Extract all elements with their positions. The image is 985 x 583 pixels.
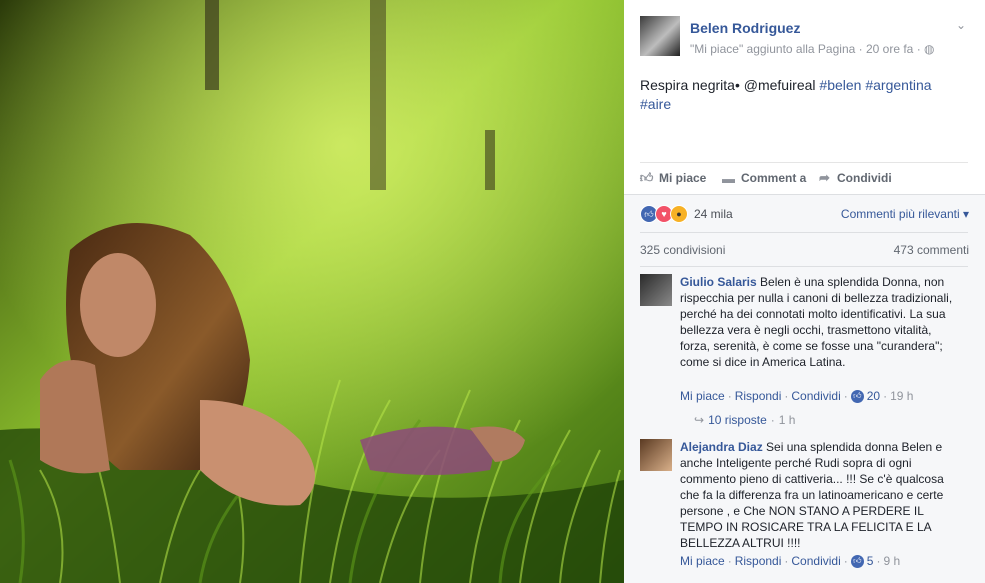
comment-author-link[interactable]: Alejandra Diaz [680,440,763,454]
like-reaction-icon: 👍︎ [850,389,864,403]
separator: · [727,389,732,403]
comment-actions: Mi piace · Rispondi · Condividi · 👍︎ 5 ·… [680,554,900,568]
meta-separator: · [916,42,925,56]
divider [640,232,968,233]
post-time[interactable]: 20 ore fa [866,42,913,56]
view-replies-link[interactable]: ↪ 10 risposte · 1 h [694,413,795,427]
comment-share-link[interactable]: Condividi [791,554,840,568]
grass-field-image [0,0,624,583]
comment-like-link[interactable]: Mi piace [680,554,725,568]
post-caption: Respira negrita• @mefuireal #belen #arge… [640,76,960,114]
comment-button[interactable]: ▬ Comment a [722,170,807,186]
comment-button-label: Comment a [741,171,807,185]
comment-icon: ▬ [722,170,735,186]
share-button-label: Condividi [837,171,892,185]
replies-time: 1 h [778,413,796,427]
commenter-avatar[interactable] [640,274,672,306]
shares-count-link[interactable]: 325 condivisioni [640,243,725,257]
post-header: Belen Rodriguez "Mi piace" aggiunto alla… [640,16,970,60]
post-meta: "Mi piace" aggiunto alla Pagina · 20 ore… [690,42,935,56]
separator: · [843,389,848,403]
post-meta-text: "Mi piace" aggiunto alla Pagina [690,42,856,56]
comment-text: Belen è una splendida Donna, non rispecc… [680,275,953,369]
like-button[interactable]: 👍︎ Mi piace [639,170,707,185]
wow-reaction-icon: ● [670,205,688,223]
comments-count-link[interactable]: 473 commenti [894,243,969,257]
reactions-summary[interactable]: 👍︎ ♥ ● 24 mila [640,205,733,223]
comment-like-count[interactable]: 5 [867,554,874,568]
hashtag-argentina[interactable]: #argentina [865,77,931,93]
comment-actions: Mi piace · Rispondi · Condividi · 👍︎ 20 … [680,389,913,403]
separator: · [843,554,848,568]
post-actions-bar: 👍︎ Mi piace ▬ Comment a ➦ Condividi [640,162,968,195]
comment-share-link[interactable]: Condividi [791,389,840,403]
share-icon: ➦ [819,170,830,185]
post-photo[interactable] [0,0,624,583]
comment-author-link[interactable]: Giulio Salaris [680,275,757,289]
comment-body: Giulio Salaris Belen è una splendida Don… [680,274,964,370]
share-button[interactable]: ➦ Condividi [818,170,892,185]
thumbs-up-icon: 👍︎ [639,170,654,185]
separator: · [876,554,881,568]
page-name-link[interactable]: Belen Rodriguez [690,20,800,36]
globe-icon: ◍ [924,42,935,56]
comment-reply-link[interactable]: Rispondi [735,554,782,568]
caret-down-icon: ▾ [962,207,969,221]
chevron-down-icon[interactable]: ⌄ [956,18,966,32]
page-avatar[interactable] [640,16,680,56]
reply-arrow-icon: ↪ [694,413,705,427]
comment-like-count[interactable]: 20 [867,389,880,403]
comment-time[interactable]: 19 h [890,389,913,403]
comment-time[interactable]: 9 h [883,554,900,568]
separator: · [883,389,888,403]
meta-separator: · [858,42,866,56]
commenter-avatar[interactable] [640,439,672,471]
comment-sort-dropdown[interactable]: Commenti più rilevanti ▾ [841,207,969,221]
separator: · [770,413,775,427]
hashtag-belen[interactable]: #belen [819,77,861,93]
comment-text: Sei una splendida donna Belen e anche In… [680,440,944,550]
separator: · [727,554,732,568]
sort-label: Commenti più rilevanti [840,207,960,221]
like-button-label: Mi piace [659,171,707,185]
reaction-count: 24 mila [694,207,733,221]
divider [640,266,968,267]
post-panel: Belen Rodriguez "Mi piace" aggiunto alla… [624,0,985,583]
separator: · [784,554,789,568]
replies-count[interactable]: 10 risposte [708,413,767,427]
separator: · [784,389,789,403]
feedback-section: 👍︎ ♥ ● 24 mila Commenti più rilevanti ▾ … [624,194,985,583]
like-reaction-icon: 👍︎ [850,554,864,568]
comment-body: Alejandra Diaz Sei una splendida donna B… [680,439,964,551]
caption-text: Respira negrita• @mefuireal [640,77,820,93]
comment-reply-link[interactable]: Rispondi [735,389,782,403]
hashtag-aire[interactable]: #aire [640,96,671,112]
comment-item: Giulio Salaris Belen è una splendida Don… [640,274,970,430]
comment-like-link[interactable]: Mi piace [680,389,725,403]
comment-item: Alejandra Diaz Sei una splendida donna B… [640,439,970,579]
